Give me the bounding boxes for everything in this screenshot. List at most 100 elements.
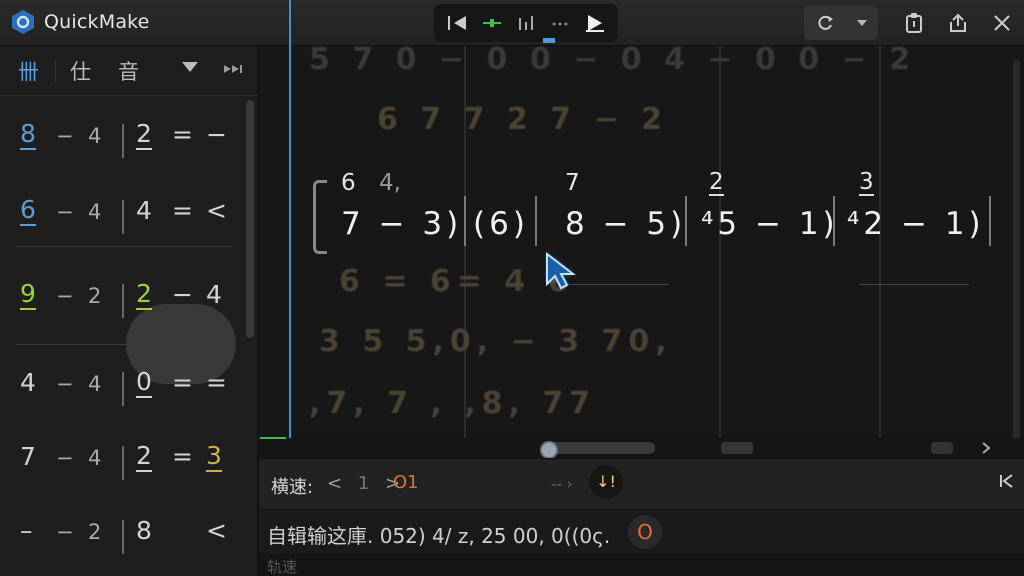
- expression[interactable]: 8 − 5): [565, 206, 686, 242]
- mouse-cursor-icon: [546, 252, 576, 290]
- superscript: 6: [341, 170, 356, 196]
- status-bar: 自辑输这庫. 052) 4/ z, 25 00, 0((0ς. O: [259, 510, 1024, 554]
- guide-line: [859, 284, 969, 285]
- chevron-right-icon[interactable]: [981, 441, 991, 455]
- row-e: <: [206, 196, 227, 225]
- speed-bar: 横速: < 1 > O1 -- › ↓!: [259, 458, 1024, 510]
- row-b: 2: [88, 520, 102, 544]
- row-divider: [122, 284, 124, 318]
- row-divider: [122, 520, 124, 554]
- footer: 轨速: [259, 554, 1024, 576]
- faded-row: ,7, 7 , ,8, 77: [309, 386, 597, 421]
- speed-number: 1: [357, 473, 370, 494]
- row-a: 9: [20, 279, 36, 310]
- sidebar-scrollbar[interactable]: [246, 100, 254, 338]
- measure-bar: [989, 196, 991, 246]
- tab-grid[interactable]: 卌: [18, 56, 39, 86]
- speed-indicator: -- ›: [551, 475, 573, 493]
- row-e: <: [206, 516, 227, 545]
- main-grid[interactable]: 5 7 0 − 0 0 − 0 4 − 0 0 − 2 6 7 7 2 7 − …: [259, 46, 1024, 446]
- row-op: −: [56, 520, 74, 544]
- row-b: 2: [88, 284, 102, 308]
- tab-second[interactable]: 仕: [70, 56, 91, 86]
- clipboard-icon: [906, 13, 922, 33]
- playhead-knob[interactable]: [540, 441, 558, 459]
- row-divider: [122, 372, 124, 406]
- close-button[interactable]: [980, 0, 1024, 46]
- expression[interactable]: ⁴2 − 1): [847, 206, 985, 242]
- row-c: 0: [136, 367, 152, 398]
- row-op: −: [56, 124, 74, 148]
- faded-row: 6 = 6= 4 6: [339, 264, 575, 299]
- sidebar-tabs: 卌 仕 音: [0, 46, 258, 96]
- list-item-selected[interactable]: 9 − 2 2 − 4: [0, 268, 240, 328]
- row-e: 4: [206, 280, 222, 309]
- dropdown-icon[interactable]: [180, 60, 200, 74]
- grid-line: [879, 46, 881, 446]
- waveform-icon[interactable]: [477, 9, 507, 37]
- clipboard-button[interactable]: [892, 0, 936, 46]
- expression[interactable]: 7 − 3): [341, 206, 462, 242]
- row-c: 2: [136, 119, 152, 150]
- list-item[interactable]: 4 − 4 0 = =: [0, 356, 240, 416]
- sync-dropdown[interactable]: [804, 6, 878, 40]
- measure-bar: [833, 196, 835, 246]
- speed-knob[interactable]: ↓!: [589, 465, 623, 499]
- row-op: −: [56, 372, 74, 396]
- row-a: 6: [20, 195, 36, 226]
- status-text: 自辑输这庫. 052) 4/ z, 25 00, 0((0ς.: [267, 524, 611, 548]
- list-item[interactable]: 8 − 4 2 = −: [0, 108, 240, 168]
- row-e: =: [206, 368, 227, 397]
- chevron-down-icon: [856, 20, 867, 26]
- row-a: 8: [20, 119, 36, 150]
- row-b: 4: [88, 200, 102, 224]
- row-d: =: [172, 368, 193, 397]
- row-d: =: [172, 196, 193, 225]
- horizontal-scrollbar[interactable]: [259, 438, 1024, 458]
- superscript: 2: [709, 169, 724, 196]
- row-b: 4: [88, 372, 102, 396]
- close-icon: [994, 15, 1010, 31]
- row-d: −: [172, 280, 193, 309]
- speed-current-value: O1: [393, 472, 419, 493]
- row-d: =: [172, 120, 193, 149]
- row-e: 3: [206, 441, 222, 472]
- expression[interactable]: ⁴5 − 1): [701, 206, 839, 242]
- transport-controls: [434, 4, 618, 42]
- scroll-thumb[interactable]: [547, 442, 655, 454]
- speed-stepper[interactable]: < 1 >: [327, 473, 400, 494]
- title-bar: QuickMake: [0, 0, 1024, 46]
- row-c: 8: [136, 516, 152, 545]
- list-item[interactable]: 6 − 4 4 = <: [0, 184, 240, 244]
- footer-label: 轨速: [267, 558, 298, 576]
- sidebar: 卌 仕 音 8 − 4 2 = − 6 − 4 4 = < 9 − 2 2 − …: [0, 46, 258, 576]
- list-item[interactable]: – − 2 8 <: [0, 504, 240, 564]
- main-vertical-scrollbar[interactable]: [1013, 60, 1020, 440]
- faded-row: 5 7 0 − 0 0 − 0 4 − 0 0 − 2: [309, 46, 917, 77]
- row-op: −: [56, 284, 74, 308]
- rewind-icon[interactable]: [442, 9, 472, 37]
- measure-bar: [685, 196, 687, 246]
- measure-bar: [535, 196, 537, 246]
- row-op: −: [56, 200, 74, 224]
- play-icon[interactable]: [580, 9, 610, 37]
- progress-marker: [260, 437, 286, 439]
- skip-forward-icon[interactable]: [222, 62, 244, 76]
- levels-icon[interactable]: [511, 9, 541, 37]
- row-d: =: [172, 442, 193, 471]
- expression[interactable]: (6): [473, 206, 529, 242]
- row-divider: [122, 200, 124, 234]
- row-c: 2: [136, 441, 152, 472]
- speed-prev-button[interactable]: <: [327, 473, 342, 494]
- row-c: 2: [136, 279, 152, 310]
- skip-end-icon[interactable]: [998, 473, 1014, 489]
- status-badge[interactable]: O: [628, 515, 662, 549]
- share-button[interactable]: [936, 0, 980, 46]
- row-op: −: [56, 446, 74, 470]
- superscript: 4,: [379, 170, 401, 196]
- superscript: 7: [565, 170, 580, 196]
- row-divider-line: [16, 246, 232, 247]
- list-item[interactable]: 7 − 4 2 = 3: [0, 430, 240, 490]
- tab-sound[interactable]: 音: [118, 56, 139, 86]
- dots-icon[interactable]: [545, 9, 575, 37]
